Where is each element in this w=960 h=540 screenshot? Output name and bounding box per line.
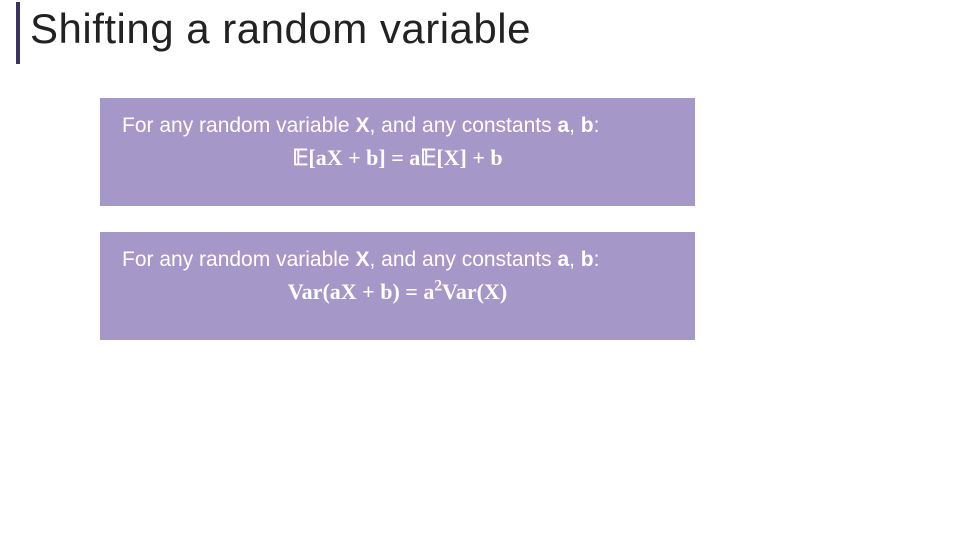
constant-b: b: [581, 114, 594, 137]
constant-b: b: [581, 248, 594, 271]
plus-b: + b: [467, 145, 503, 170]
slide: Shifting a random variable For any rando…: [0, 0, 960, 540]
bracket-open: [: [436, 145, 443, 170]
bracket-close: ]: [378, 145, 385, 170]
coeff-a: a: [409, 145, 420, 170]
text: For any random variable: [122, 248, 355, 271]
var-symbol: Var: [442, 279, 477, 304]
coeff-a: a: [423, 279, 434, 304]
paren-open: (: [322, 279, 329, 304]
bracket-close: ]: [460, 145, 467, 170]
expectation-lead: For any random variable X, and any const…: [122, 112, 673, 139]
variable-X: X: [355, 114, 369, 137]
expectation-formula: 𝔼[aX + b] = a𝔼[X] + b: [122, 145, 673, 171]
variable-X: X: [444, 145, 460, 170]
variable-X: X: [355, 248, 369, 271]
exponent-2: 2: [434, 278, 442, 295]
text: , and any constants: [369, 114, 557, 137]
paren-close: ): [500, 279, 507, 304]
text: ,: [569, 248, 581, 271]
expectation-symbol: 𝔼: [292, 145, 308, 170]
bracket-open: [: [308, 145, 315, 170]
variable-X: X: [484, 279, 500, 304]
variance-lead: For any random variable X, and any const…: [122, 246, 673, 273]
text: :: [594, 114, 600, 137]
title-accent-bar: [16, 2, 20, 64]
var-symbol: Var: [288, 279, 323, 304]
variance-box: For any random variable X, and any const…: [100, 232, 695, 340]
paren-open: (: [477, 279, 484, 304]
constant-a: a: [557, 248, 569, 271]
equals: =: [400, 279, 424, 304]
text: ,: [569, 114, 581, 137]
slide-title: Shifting a random variable: [30, 5, 531, 53]
text: , and any constants: [369, 248, 557, 271]
paren-close: ): [392, 279, 399, 304]
equals: =: [386, 145, 410, 170]
text: :: [594, 248, 600, 271]
text: For any random variable: [122, 114, 355, 137]
expectation-symbol: 𝔼: [420, 145, 436, 170]
formula-inner: aX + b: [330, 279, 393, 304]
expectation-box: For any random variable X, and any const…: [100, 98, 695, 206]
formula-inner: aX + b: [316, 145, 379, 170]
constant-a: a: [557, 114, 569, 137]
variance-formula: Var(aX + b) = a2Var(X): [122, 279, 673, 305]
